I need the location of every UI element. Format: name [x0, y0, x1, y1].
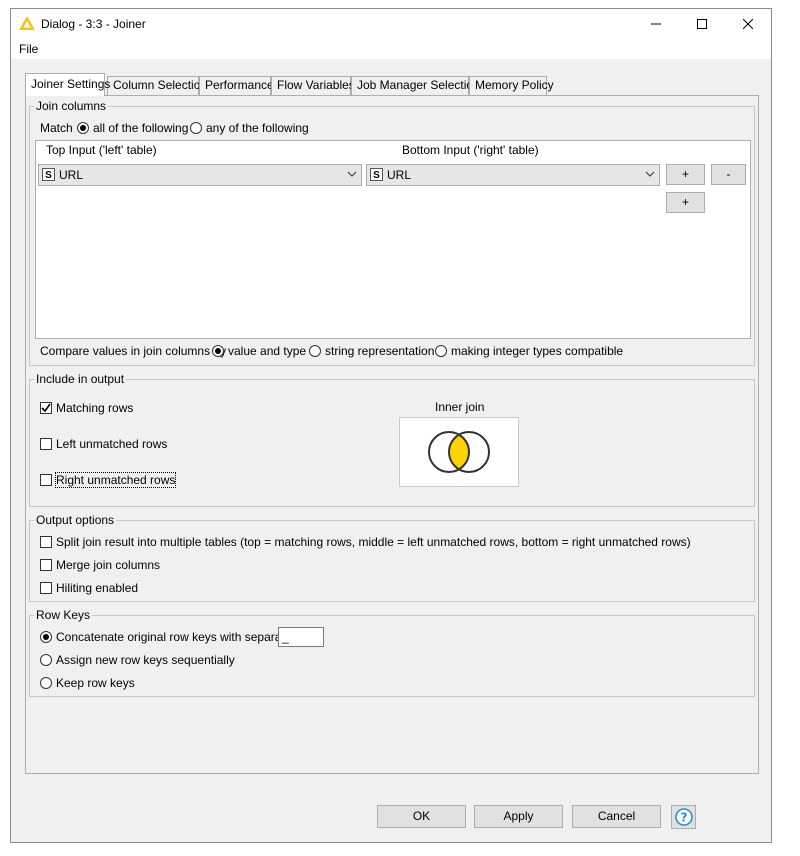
left-unmatched-checkbox[interactable]	[40, 438, 52, 450]
add-row-button-2[interactable]: +	[666, 192, 705, 213]
matching-rows-checkbox[interactable]	[40, 402, 52, 414]
help-icon: ?	[674, 808, 693, 826]
top-input-header: Top Input ('left' table)	[46, 143, 157, 157]
window-title: Dialog - 3:3 - Joiner	[41, 17, 146, 31]
split-result-checkbox[interactable]	[40, 536, 52, 548]
knime-logo-icon	[19, 16, 35, 30]
tab-column-selection[interactable]: Column Selection	[107, 76, 207, 95]
join-columns-title: Join columns	[34, 99, 109, 113]
menu-bar: File	[11, 39, 771, 59]
output-options-title: Output options	[34, 513, 117, 527]
split-result-label[interactable]: Split join result into multiple tables (…	[56, 535, 691, 549]
maximize-icon	[697, 19, 707, 29]
right-unmatched-checkbox[interactable]	[40, 474, 52, 486]
minimize-icon	[651, 23, 661, 25]
chevron-down-icon	[645, 171, 655, 177]
right-unmatched-label[interactable]: Right unmatched rows	[54, 472, 177, 488]
match-any-label[interactable]: any of the following	[206, 121, 309, 135]
compare-value-type-radio[interactable]	[212, 345, 224, 357]
hiliting-checkbox[interactable]	[40, 582, 52, 594]
tab-memory-policy[interactable]: Memory Policy	[469, 76, 554, 95]
compare-value-type-label[interactable]: value and type	[228, 344, 306, 358]
separator-input[interactable]: _	[278, 627, 324, 647]
concat-keys-label[interactable]: Concatenate original row keys with separ…	[56, 630, 295, 644]
include-output-group: Include in output Matching rows Left unm…	[29, 372, 755, 507]
ok-button[interactable]: OK	[377, 805, 466, 828]
join-type-diagram	[399, 417, 519, 487]
add-row-button[interactable]: +	[666, 164, 705, 185]
right-column-value: URL	[387, 168, 412, 182]
compare-label: Compare values in join columns by	[40, 344, 227, 358]
tab-content: Join columns Match all of the following …	[25, 95, 759, 774]
include-output-title: Include in output	[34, 372, 127, 386]
string-type-icon: S	[42, 168, 55, 181]
match-label: Match	[40, 121, 73, 135]
tab-joiner-settings[interactable]: Joiner Settings	[25, 73, 110, 96]
tab-performance[interactable]: Performance	[199, 76, 274, 95]
match-any-radio[interactable]	[190, 122, 202, 134]
help-button[interactable]: ?	[671, 805, 696, 829]
venn-diagram-icon	[428, 431, 490, 473]
left-column-select[interactable]: S URL	[38, 164, 362, 186]
hiliting-label[interactable]: Hiliting enabled	[56, 581, 138, 595]
assign-keys-label[interactable]: Assign new row keys sequentially	[56, 653, 235, 667]
cancel-button[interactable]: Cancel	[572, 805, 661, 828]
join-type-label: Inner join	[435, 400, 485, 414]
compare-string-label[interactable]: string representation	[325, 344, 434, 358]
compare-string-radio[interactable]	[309, 345, 321, 357]
title-bar: Dialog - 3:3 - Joiner	[11, 9, 771, 39]
join-columns-panel: Top Input ('left' table) Bottom Input ('…	[35, 140, 751, 339]
maximize-button[interactable]	[679, 9, 725, 39]
minimize-button[interactable]	[633, 9, 679, 39]
row-keys-group: Row Keys Concatenate original row keys w…	[29, 608, 755, 697]
svg-text:?: ?	[680, 811, 687, 825]
chevron-down-icon	[347, 171, 357, 177]
tab-job-manager-selection[interactable]: Job Manager Selection	[351, 76, 480, 95]
assign-keys-radio[interactable]	[40, 654, 52, 666]
remove-row-button[interactable]: -	[711, 164, 746, 185]
keep-keys-radio[interactable]	[40, 677, 52, 689]
compare-integer-radio[interactable]	[435, 345, 447, 357]
compare-integer-label[interactable]: making integer types compatible	[451, 344, 623, 358]
join-columns-group: Join columns Match all of the following …	[29, 99, 755, 366]
checkmark-icon	[41, 403, 51, 413]
dialog-window: Dialog - 3:3 - Joiner File Joiner Settin…	[10, 8, 772, 843]
merge-columns-checkbox[interactable]	[40, 559, 52, 571]
concat-keys-radio[interactable]	[40, 631, 52, 643]
string-type-icon: S	[370, 168, 383, 181]
bottom-input-header: Bottom Input ('right' table)	[402, 143, 539, 157]
keep-keys-label[interactable]: Keep row keys	[56, 676, 135, 690]
menu-file[interactable]: File	[19, 42, 38, 56]
left-column-value: URL	[59, 168, 84, 182]
row-keys-title: Row Keys	[34, 608, 93, 622]
match-all-label[interactable]: all of the following	[93, 121, 188, 135]
apply-button[interactable]: Apply	[474, 805, 563, 828]
merge-columns-label[interactable]: Merge join columns	[56, 558, 160, 572]
right-column-select[interactable]: S URL	[366, 164, 660, 186]
match-all-radio[interactable]	[77, 122, 89, 134]
left-unmatched-label[interactable]: Left unmatched rows	[56, 437, 167, 451]
output-options-group: Output options Split join result into mu…	[29, 513, 755, 602]
close-icon	[743, 19, 753, 29]
tab-flow-variables[interactable]: Flow Variables	[271, 76, 355, 95]
close-button[interactable]	[725, 9, 771, 39]
matching-rows-label[interactable]: Matching rows	[56, 401, 133, 415]
